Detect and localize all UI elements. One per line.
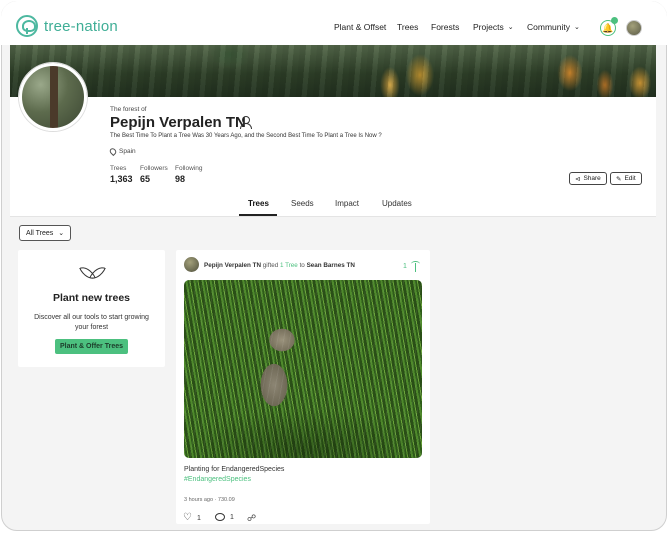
sprout-icon [410,261,421,272]
plant-offer-trees-button[interactable]: Plant & Offer Trees [55,339,128,354]
post-author[interactable]: Pepijn Verpalen TN [204,262,261,269]
post-image-texture [184,280,422,458]
post-gift[interactable]: 1 Tree [280,262,298,269]
trees-stat-label: Trees [110,165,127,172]
nav-plant-offset[interactable]: Plant & Offset [334,22,386,32]
user-menu-avatar[interactable] [626,20,642,36]
post-text: Planting for EndangeredSpecies [184,466,285,473]
like-button[interactable]: ♡ 1 [183,513,201,523]
location-text: Spain [119,148,136,155]
nav-forests[interactable]: Forests [431,22,459,32]
logo-text: tree-nation [44,17,118,35]
following-stat-value[interactable]: 98 [175,174,185,184]
comment-count: 1 [230,513,234,521]
leaves-icon [80,263,104,281]
profile-avatar [19,63,87,131]
followers-stat-label[interactable]: Followers [140,165,168,172]
nav-community[interactable]: Community ⌄ [527,22,580,32]
tab-trees[interactable]: Trees [248,199,269,208]
profile-name: Pepijn Verpalen TN [110,114,246,131]
post-meta: 3 hours ago · 730.09 [184,497,235,503]
nav-label: Forests [431,22,460,32]
nav-projects[interactable]: Projects ⌄ [473,22,514,32]
following-stat-label[interactable]: Following [175,165,202,172]
tab-impact[interactable]: Impact [335,199,359,208]
nav-trees[interactable]: Trees [397,22,418,32]
post-recipient[interactable]: Sean Barnes TN [307,262,355,269]
chevron-down-icon: ⌄ [573,24,580,31]
comment-icon [215,513,225,521]
tab-updates[interactable]: Updates [382,199,412,208]
followers-stat-value[interactable]: 65 [140,174,150,184]
user-icon [239,116,252,129]
bell-icon: 🔔 [602,22,614,33]
pencil-icon: ✎ [616,175,622,183]
notification-badge [611,17,618,24]
edit-button[interactable]: ✎ Edit [610,172,642,185]
like-count: 1 [196,514,201,522]
post-verb: gifted [262,262,279,269]
filter-label: All Trees [26,229,54,237]
chevron-down-icon: ⌄ [58,230,65,237]
post-to: to [299,262,305,269]
plant-card-title: Plant new trees [52,292,131,304]
forest-of-label: The forest of [110,106,147,113]
active-tab-indicator [239,214,277,216]
nav-label: Community [527,22,570,32]
heart-icon: ♡ [183,512,192,523]
share-button[interactable]: ⊲ Share [569,172,607,185]
location-pin-icon [108,146,118,157]
profile-location: Spain [108,146,136,157]
share-icon: ☍ [247,513,257,523]
chevron-down-icon: ⌄ [507,24,514,31]
nav-label: Plant & Offset [334,22,387,32]
comment-button[interactable]: 1 [215,513,234,521]
profile-tabs [10,190,656,217]
share-label: Share [583,175,601,182]
post-author-avatar[interactable] [184,257,199,272]
nav-label: Projects [473,22,504,32]
post-tree-count: 1 [403,261,421,272]
tab-seeds[interactable]: Seeds [291,199,314,208]
post-header: Pepijn Verpalen TN gifted 1 Tree to Sean… [204,262,355,269]
profile-tagline: The Best Time To Plant a Tree Was 30 Yea… [110,133,382,139]
all-trees-filter[interactable]: All Trees ⌄ [19,225,71,241]
post-share-button[interactable]: ☍ [247,513,256,524]
cover-texture [10,45,656,97]
post-hashtag[interactable]: #EndangeredSpecies [184,476,251,483]
plant-card-description: Discover all our tools to start growing … [34,314,149,331]
tree-logo-icon [16,15,38,37]
edit-label: Edit [624,175,636,182]
tree-count-value: 1 [403,263,407,270]
trees-stat-value: 1,363 [110,174,133,184]
share-icon: ⊲ [575,175,581,183]
tree-nation-logo[interactable]: tree-nation [16,15,118,37]
nav-label: Trees [397,22,419,32]
